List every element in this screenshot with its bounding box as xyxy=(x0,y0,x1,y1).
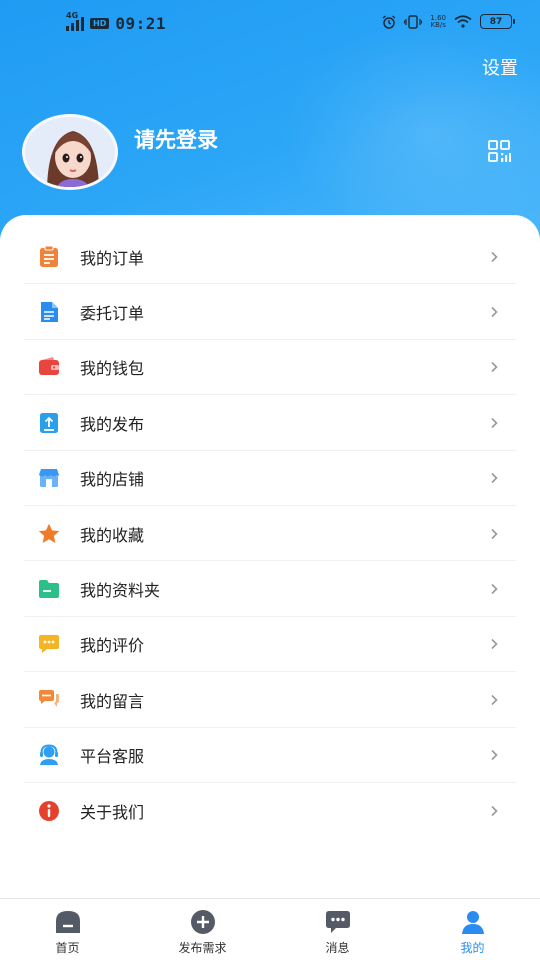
menu-item-about-us[interactable]: 关于我们 xyxy=(0,783,540,838)
network-speed-unit: KB/s xyxy=(430,20,446,29)
status-right: 1.60 KB/s 87 xyxy=(382,14,515,29)
chat-bubble-icon xyxy=(325,911,350,933)
wifi-icon xyxy=(454,15,472,28)
chevron-right-icon xyxy=(491,528,498,539)
menu-item-my-reviews[interactable]: 我的评价 xyxy=(0,617,540,673)
chevron-right-icon xyxy=(491,362,498,373)
alarm-icon xyxy=(382,14,396,29)
clipboard-icon xyxy=(40,245,58,267)
wallet-icon xyxy=(39,357,59,376)
network-type: 4G xyxy=(66,10,79,20)
menu-item-label: 我的评价 xyxy=(80,636,145,656)
chevron-right-icon xyxy=(491,639,498,650)
header-glow xyxy=(280,20,540,240)
plus-circle-icon xyxy=(190,910,215,934)
status-bar: 4G HD 09:21 1.60 KB/s 87 xyxy=(0,0,540,50)
menu-item-customer-service[interactable]: 平台客服 xyxy=(0,728,540,784)
message-icon xyxy=(39,689,59,707)
upload-icon xyxy=(40,412,58,433)
status-left: 4G HD 09:21 xyxy=(66,11,167,33)
menu-item-label: 平台客服 xyxy=(80,747,145,767)
menu-item-label: 我的收藏 xyxy=(80,525,145,545)
avatar[interactable] xyxy=(22,114,118,190)
menu-item-label: 关于我们 xyxy=(80,802,145,822)
menu-item-label: 我的留言 xyxy=(80,691,145,711)
menu-item-my-favorites[interactable]: 我的收藏 xyxy=(0,506,540,562)
settings-button[interactable]: 设置 xyxy=(482,54,518,80)
cellular-signal-icon: 4G xyxy=(66,11,84,31)
comment-icon xyxy=(39,635,59,654)
chevron-right-icon xyxy=(491,694,498,705)
chevron-right-icon xyxy=(491,750,498,761)
menu-item-my-folder[interactable]: 我的资料夹 xyxy=(0,561,540,618)
qr-code-icon[interactable] xyxy=(488,140,512,164)
tab-label: 发布需求 xyxy=(178,941,227,955)
menu-list: 我的订单 委托订单 我的钱包 我的发布 我的店铺 我的收藏 我的资料夹 我的评价… xyxy=(0,229,540,838)
info-icon xyxy=(39,800,59,821)
menu-item-my-posts[interactable]: 我的发布 xyxy=(0,395,540,451)
home-icon xyxy=(55,911,80,933)
tab-post-request[interactable]: 发布需求 xyxy=(135,899,270,960)
menu-item-my-orders[interactable]: 我的订单 xyxy=(0,229,540,285)
profile-icon xyxy=(461,911,484,934)
chevron-right-icon xyxy=(491,251,498,262)
status-time: 09:21 xyxy=(115,14,167,33)
store-icon xyxy=(39,469,59,488)
battery-icon: 87 xyxy=(480,14,515,29)
menu-item-label: 我的订单 xyxy=(80,248,145,268)
vibrate-icon xyxy=(404,14,423,29)
chevron-right-icon xyxy=(491,805,498,816)
menu-item-label: 我的钱包 xyxy=(80,359,145,379)
menu-item-delegated-orders[interactable]: 委托订单 xyxy=(0,284,540,341)
menu-item-label: 我的发布 xyxy=(80,414,145,434)
menu-item-my-store[interactable]: 我的店铺 xyxy=(0,451,540,507)
hd-badge: HD xyxy=(90,18,110,29)
chevron-right-icon xyxy=(491,307,498,318)
chevron-right-icon xyxy=(491,583,498,595)
tab-messages[interactable]: 消息 xyxy=(270,899,405,960)
bottom-tab-bar: 首页 发布需求 消息 我的 xyxy=(0,898,540,960)
tab-label: 消息 xyxy=(325,941,350,955)
menu-item-label: 委托订单 xyxy=(80,304,145,324)
tab-label: 我的 xyxy=(460,941,485,955)
star-icon xyxy=(38,523,60,543)
chevron-right-icon xyxy=(491,417,498,428)
headset-icon xyxy=(40,744,58,766)
network-speed: 1.60 KB/s xyxy=(430,14,446,29)
login-prompt[interactable]: 请先登录 xyxy=(134,124,218,154)
menu-item-my-wallet[interactable]: 我的钱包 xyxy=(0,340,540,396)
menu-item-my-messages[interactable]: 我的留言 xyxy=(0,672,540,728)
menu-card: 我的订单 委托订单 我的钱包 我的发布 我的店铺 我的收藏 我的资料夹 我的评价… xyxy=(0,215,540,905)
menu-item-label: 我的店铺 xyxy=(80,470,145,490)
tab-mine[interactable]: 我的 xyxy=(405,899,540,960)
battery-level: 87 xyxy=(489,16,503,27)
chevron-right-icon xyxy=(491,473,498,484)
tab-label: 首页 xyxy=(55,941,80,955)
menu-item-label: 我的资料夹 xyxy=(80,581,161,601)
tab-home[interactable]: 首页 xyxy=(0,899,135,960)
document-icon xyxy=(41,302,58,323)
folder-icon xyxy=(39,580,59,599)
